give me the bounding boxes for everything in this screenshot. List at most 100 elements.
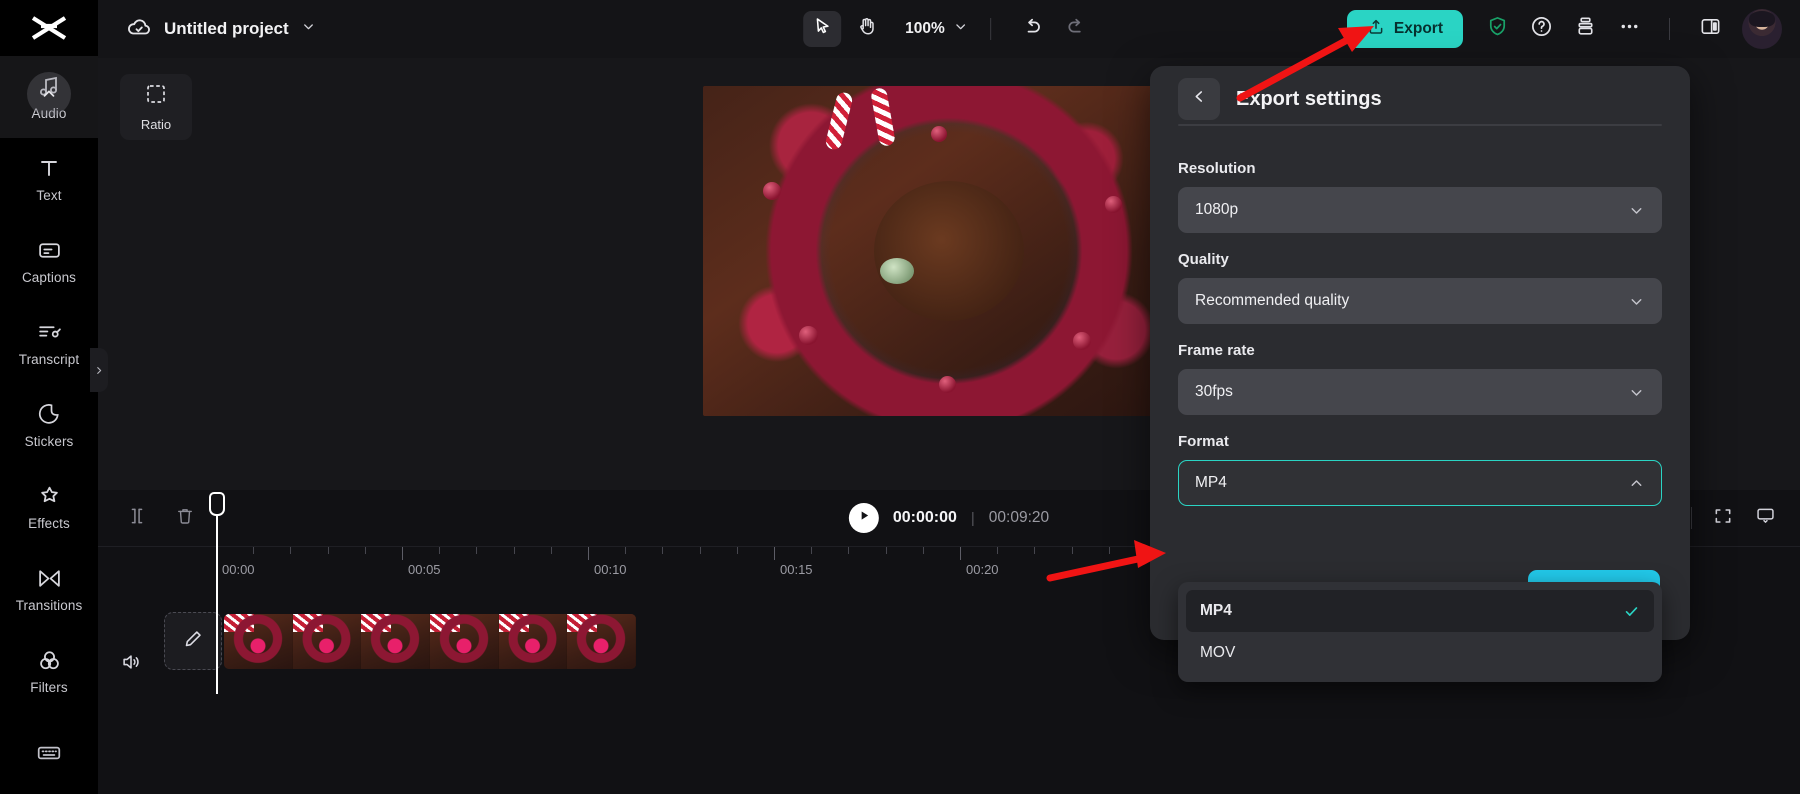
sidebar-item-text[interactable]: Text <box>0 138 98 220</box>
ruler-tick-minor <box>513 547 515 554</box>
help-button[interactable] <box>1521 9 1561 49</box>
ratio-button[interactable]: Ratio <box>120 74 192 140</box>
capcut-editor-window: Audio Text Captions Transcript Stickers … <box>0 0 1800 794</box>
cursor-select-tool[interactable] <box>803 11 842 47</box>
help-circle-icon <box>1530 15 1553 43</box>
avatar[interactable] <box>1742 9 1782 49</box>
sidebar-item-keyboard[interactable] <box>0 712 98 794</box>
sidebar-item-filters[interactable]: Filters <box>0 630 98 712</box>
export-panel-fields: Resolution 1080p Quality Recommended qua… <box>1150 132 1690 506</box>
chevron-down-icon <box>1628 293 1645 310</box>
ruler-tick-minor <box>550 547 552 554</box>
quality-value: Recommended quality <box>1195 292 1350 309</box>
ruler-tick-minor <box>327 547 329 554</box>
shield-check-icon <box>1486 15 1509 43</box>
volume-button[interactable] <box>120 651 142 678</box>
sidebar-item-stickers[interactable]: Stickers <box>0 384 98 466</box>
keyboard-icon <box>36 740 62 766</box>
ratio-label: Ratio <box>140 117 172 132</box>
resolution-value: 1080p <box>1195 201 1239 218</box>
export-button[interactable]: Export <box>1346 10 1463 48</box>
sidebar-item-transcript[interactable]: Transcript <box>0 302 98 384</box>
panel-layout-icon <box>1699 15 1722 43</box>
format-select[interactable]: MP4 <box>1178 460 1662 506</box>
resolution-select[interactable]: 1080p <box>1178 187 1662 233</box>
panel-layout-button[interactable] <box>1690 9 1730 49</box>
stickers-icon <box>37 401 61 427</box>
monitor-icon <box>1755 505 1776 531</box>
delete-clip-button[interactable] <box>168 501 202 535</box>
panel-expand-handle[interactable] <box>90 348 108 392</box>
timecode-divider: | <box>970 509 975 527</box>
hand-pan-tool[interactable] <box>847 11 885 47</box>
fit-screen-button[interactable] <box>1706 501 1740 535</box>
ruler-label: 00:20 <box>966 562 999 577</box>
ruler-tick-minor <box>1108 547 1110 554</box>
wreath-greenery <box>880 257 915 284</box>
redo-icon <box>1065 16 1087 43</box>
video-preview[interactable] <box>703 86 1195 416</box>
ruler-tick-major <box>402 547 403 560</box>
ruler-label: 00:05 <box>408 562 441 577</box>
hand-pan-icon <box>856 16 877 42</box>
clip-frame <box>224 614 293 669</box>
header-divider <box>1178 124 1662 126</box>
left-sidebar: Audio Text Captions Transcript Stickers … <box>0 0 98 794</box>
back-button[interactable] <box>1178 78 1220 120</box>
layers-button[interactable] <box>1565 9 1605 49</box>
zoom-level-dropdown[interactable]: 100% <box>905 19 968 39</box>
ruler-tick-minor <box>662 547 664 554</box>
shield-check-button[interactable] <box>1477 9 1517 49</box>
cloud-check-icon <box>126 14 152 45</box>
fit-screen-icon <box>1713 506 1733 531</box>
sidebar-item-label: Text <box>36 188 62 203</box>
redo-button[interactable] <box>1057 11 1095 47</box>
ruler-tick-minor <box>364 547 366 554</box>
undo-button[interactable] <box>1013 11 1051 47</box>
sidebar-item-label: Transitions <box>15 598 83 613</box>
sidebar-item-label: Captions <box>21 270 77 285</box>
capcut-logo[interactable] <box>0 0 98 56</box>
quality-select[interactable]: Recommended quality <box>1178 278 1662 324</box>
edit-clip-button[interactable] <box>164 612 222 670</box>
format-option-mp4[interactable]: MP4 <box>1186 590 1654 632</box>
project-name-menu[interactable]: Untitled project <box>126 14 316 45</box>
ruler-tick-minor <box>476 547 478 554</box>
sidebar-item-label: Transcript <box>18 352 80 367</box>
ruler-tick-minor <box>811 547 813 554</box>
format-dropdown-menu: MP4 MOV <box>1178 582 1662 682</box>
crop-ratio-icon <box>144 82 168 111</box>
video-clip[interactable] <box>224 614 636 669</box>
transitions-icon <box>37 565 62 591</box>
current-timecode: 00:00:00 <box>892 509 957 526</box>
chevron-down-icon[interactable] <box>301 19 316 39</box>
sidebar-item-transitions[interactable]: Transitions <box>0 548 98 630</box>
sidebar-item-captions[interactable]: Captions <box>0 220 98 302</box>
format-option-label: MP4 <box>1200 602 1232 619</box>
toolbar-divider <box>989 18 991 40</box>
monitor-button[interactable] <box>1748 501 1782 535</box>
top-toolbar: Untitled project 100% Export <box>98 0 1800 58</box>
playback-controls: 00:00:00 | 00:09:20 <box>848 503 1049 533</box>
chevron-up-icon <box>1628 475 1645 492</box>
frame-rate-select[interactable]: 30fps <box>1178 369 1662 415</box>
sidebar-items: Audio Text Captions Transcript Stickers … <box>0 56 98 794</box>
split-clip-button[interactable] <box>120 501 154 535</box>
play-button[interactable] <box>848 503 879 533</box>
sidebar-item-effects[interactable]: Effects <box>0 466 98 548</box>
chevron-down-icon <box>1628 202 1645 219</box>
format-value: MP4 <box>1195 474 1227 491</box>
ruler-tick-major <box>960 547 961 560</box>
check-icon <box>1623 603 1640 620</box>
frame-rate-label: Frame rate <box>1178 342 1255 359</box>
transcript-icon <box>37 319 62 345</box>
resolution-label: Resolution <box>1178 160 1256 177</box>
clip-frame <box>498 614 568 669</box>
playhead-handle[interactable] <box>209 492 225 516</box>
candy-cane <box>824 90 854 152</box>
format-option-mov[interactable]: MOV <box>1186 632 1654 674</box>
more-options-button[interactable] <box>1609 9 1649 49</box>
chevron-left-icon <box>1191 88 1208 110</box>
playhead[interactable] <box>209 492 225 694</box>
sidebar-collapse-button[interactable] <box>27 72 71 116</box>
